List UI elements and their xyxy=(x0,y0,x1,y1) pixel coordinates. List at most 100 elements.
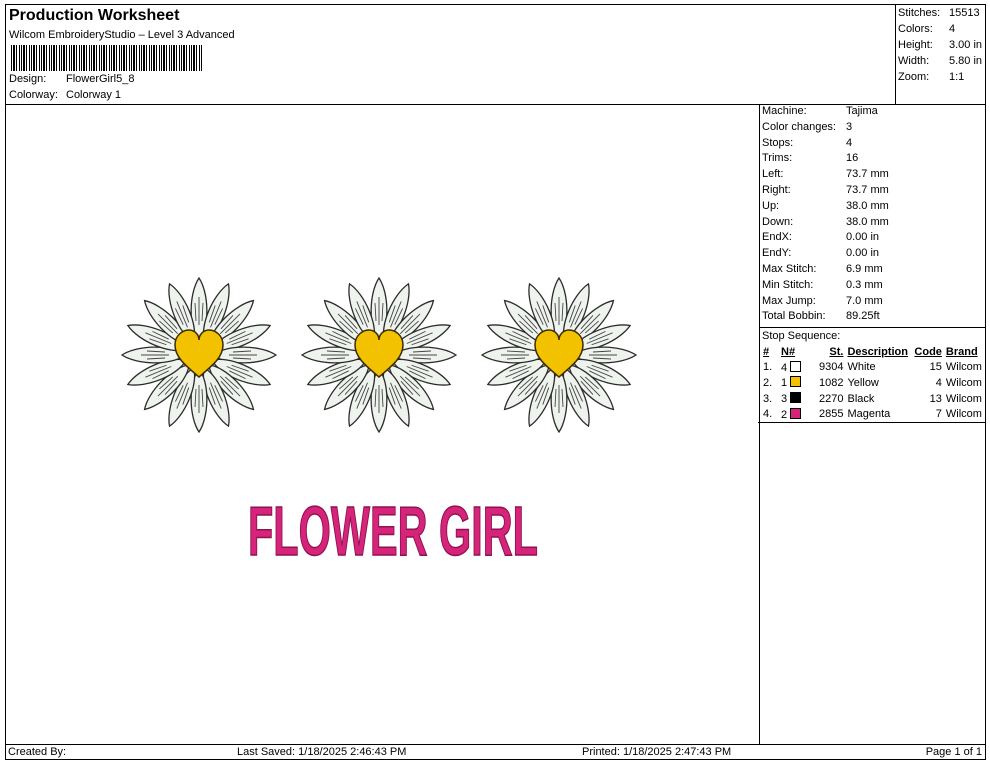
row-num: 1. xyxy=(763,361,773,374)
row-stitch: 9304 xyxy=(819,361,844,374)
table-row: 1. 4 9304 White 15 Wilcom xyxy=(761,359,985,375)
row-description: Yellow xyxy=(847,376,879,389)
stats-panel: Stitches: 15513 Colors: 4 Height: 3.00 in W… xyxy=(898,5,982,85)
row-description: White xyxy=(847,361,876,374)
info-value: 38.0 mm xyxy=(846,215,889,228)
col-n: N# xyxy=(781,345,796,358)
info-label: Total Bobbin: xyxy=(762,310,826,323)
stat-row: Stitches: 15513 xyxy=(898,5,982,21)
info-row: EndX: 0.00 in xyxy=(759,230,985,246)
design-value: FlowerGirl5_8 xyxy=(66,73,135,85)
info-row: Min Stitch: 0.3 mm xyxy=(759,278,985,294)
divider xyxy=(758,422,985,424)
stat-value: 5.80 in xyxy=(949,55,983,67)
info-label: Max Jump: xyxy=(762,294,816,307)
info-label: Trims: xyxy=(762,152,793,165)
row-description: Magenta xyxy=(847,408,891,421)
stat-row: Height: 3.00 in xyxy=(898,37,982,53)
row-stitch: 2855 xyxy=(819,408,844,421)
page-number: Page 1 of 1 xyxy=(925,746,982,758)
stat-value: 4 xyxy=(949,23,956,35)
col-desc: Description xyxy=(847,345,908,358)
daisy-flower xyxy=(300,276,458,434)
info-row: Right: 73.7 mm xyxy=(759,183,985,199)
info-label: Stops: xyxy=(762,136,794,149)
embroidery-design: FLOWER GIRL xyxy=(120,276,638,571)
row-code: 7 xyxy=(935,408,942,421)
info-row: Max Stitch: 6.9 mm xyxy=(759,262,985,278)
info-row: Total Bobbin: 89.25ft xyxy=(759,309,985,325)
row-brand: Wilcom xyxy=(945,408,982,421)
stat-row: Zoom: 1:1 xyxy=(898,69,982,85)
info-label: Max Stitch: xyxy=(762,262,817,275)
worksheet-footer: Created By: Last Saved: 1/18/2025 2:46:4… xyxy=(5,744,986,760)
row-brand: Wilcom xyxy=(945,361,982,374)
info-value: 89.25ft xyxy=(846,310,880,323)
stop-sequence-table: # N# St. Description Code Brand 1. 4 9304… xyxy=(761,344,985,422)
colorway-value: Colorway 1 xyxy=(66,89,122,101)
stat-label: Zoom: xyxy=(898,71,930,83)
col-st: St. xyxy=(829,345,844,358)
design-row: Design: FlowerGirl5_8 xyxy=(9,73,134,85)
row-num: 3. xyxy=(763,392,773,405)
table-header: # N# St. Description Code Brand xyxy=(761,344,985,359)
info-value: 4 xyxy=(846,136,853,149)
row-needle: 3 xyxy=(779,391,817,407)
info-label: Min Stitch: xyxy=(762,278,814,291)
machine-info-list: Machine: Tajima Color changes: 3 Stops: 4 Trim… xyxy=(759,104,985,325)
info-row: Color changes: 3 xyxy=(759,120,985,136)
info-value: 38.0 mm xyxy=(846,199,889,212)
info-row: Machine: Tajima xyxy=(759,104,985,120)
row-needle: 1 xyxy=(779,375,817,391)
stop-sequence: Stop Sequence: # N# St. Description Code… xyxy=(758,327,985,424)
info-row: EndY: 0.00 in xyxy=(759,246,985,262)
last-saved: Last Saved: 1/18/2025 2:46:43 PM xyxy=(237,746,407,758)
printed-date: Printed: 1/18/2025 2:47:43 PM xyxy=(582,746,732,758)
info-value: 73.7 mm xyxy=(846,168,889,181)
row-brand: Wilcom xyxy=(945,376,982,389)
stat-value: 15513 xyxy=(949,7,980,19)
header-divider xyxy=(895,5,896,104)
barcode xyxy=(11,45,202,71)
row-needle: 4 xyxy=(779,359,817,375)
daisy-group xyxy=(120,276,638,434)
info-value: 0.00 in xyxy=(846,247,880,260)
info-label: Machine: xyxy=(762,105,807,117)
info-row: Up: 38.0 mm xyxy=(759,199,985,215)
stat-value: 3.00 in xyxy=(949,39,983,51)
color-swatch xyxy=(790,360,802,372)
stat-value: 1:1 xyxy=(949,71,965,83)
info-value: 0.3 mm xyxy=(846,278,883,291)
row-num: 2. xyxy=(763,376,773,389)
info-row: Max Jump: 7.0 mm xyxy=(759,294,985,310)
row-num: 4. xyxy=(763,408,773,421)
info-row: Down: 38.0 mm xyxy=(759,215,985,231)
row-code: 13 xyxy=(929,392,942,405)
stat-row: Width: 5.80 in xyxy=(898,53,982,69)
stat-label: Height: xyxy=(898,39,933,51)
info-value: 6.9 mm xyxy=(846,262,883,275)
page-title: Production Worksheet xyxy=(9,7,180,24)
table-row: 3. 3 2270 Black 13 Wilcom xyxy=(761,391,985,407)
info-value: 0.00 in xyxy=(846,231,880,244)
colorway-row: Colorway: Colorway 1 xyxy=(9,89,121,101)
daisy-flower xyxy=(120,276,278,434)
color-swatch xyxy=(790,407,802,419)
design-preview: FLOWER GIRL xyxy=(5,104,760,745)
info-label: Up: xyxy=(762,199,780,212)
info-label: Right: xyxy=(762,183,791,196)
col-num: # xyxy=(763,345,770,358)
colorway-label: Colorway: xyxy=(9,89,58,101)
info-label: EndY: xyxy=(762,247,792,260)
design-text: FLOWER GIRL xyxy=(248,492,538,570)
col-brand: Brand xyxy=(945,345,978,358)
color-swatch xyxy=(790,392,802,404)
stop-sequence-caption: Stop Sequence: xyxy=(762,330,841,343)
table-row: 2. 1 1082 Yellow 4 Wilcom xyxy=(761,375,985,391)
color-swatch xyxy=(790,376,802,388)
row-brand: Wilcom xyxy=(945,392,982,405)
info-row: Stops: 4 xyxy=(759,136,985,152)
col-code: Code xyxy=(914,345,942,358)
row-code: 15 xyxy=(929,361,942,374)
info-value: 73.7 mm xyxy=(846,183,889,196)
